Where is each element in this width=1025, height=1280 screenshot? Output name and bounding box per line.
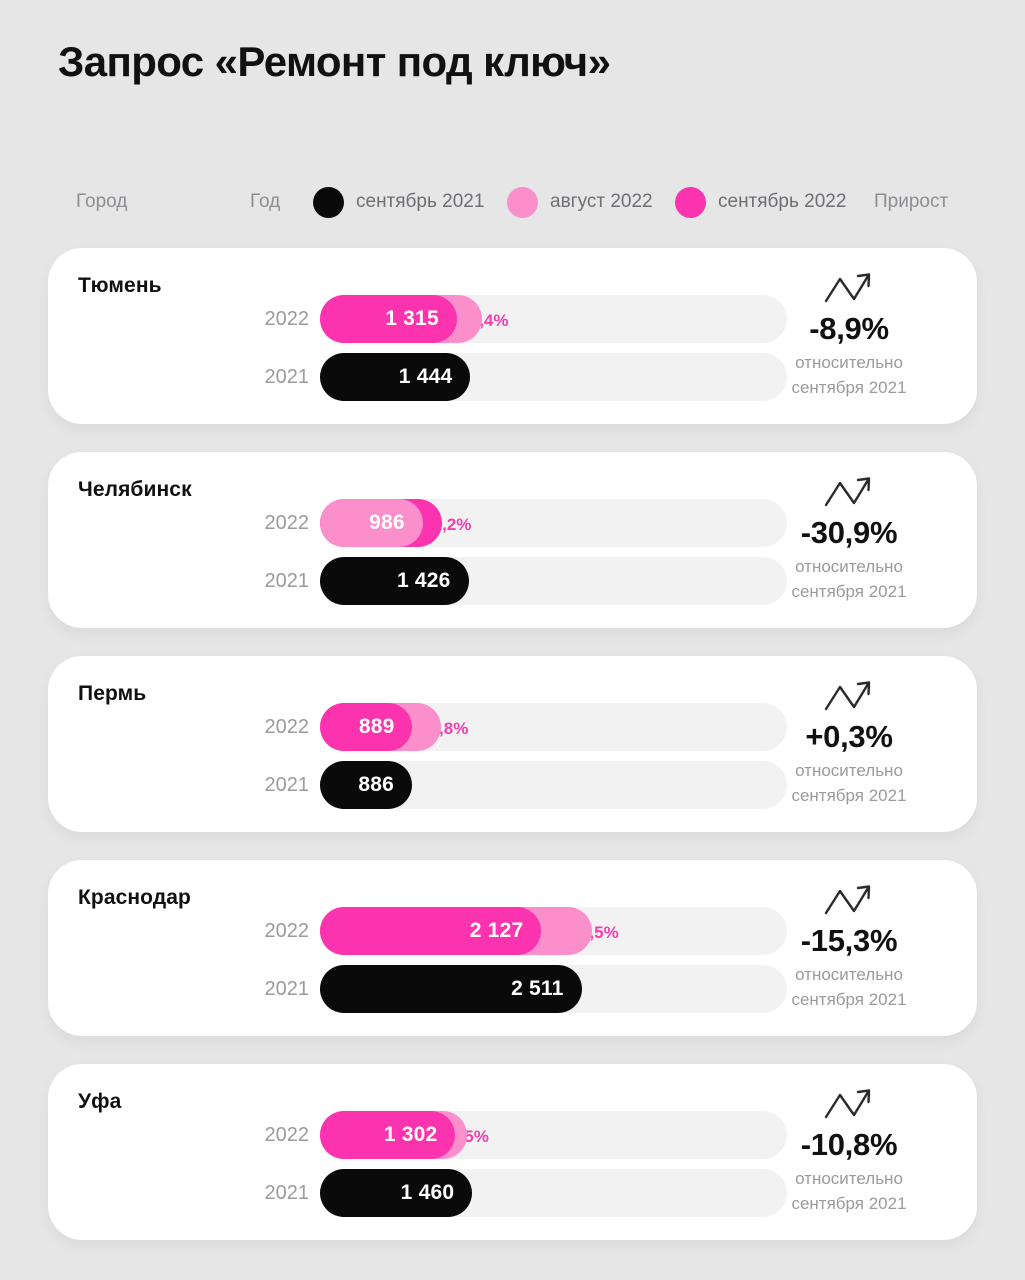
growth-block: +0,3% относительно сентября 2021 bbox=[749, 676, 949, 808]
legend-item-sept-2021: сентябрь 2021 bbox=[313, 186, 484, 218]
growth-note-line2: сентября 2021 bbox=[791, 786, 907, 805]
growth-note: относительно сентября 2021 bbox=[749, 350, 949, 400]
growth-note-line1: относительно bbox=[795, 557, 903, 576]
growth-block: -30,9% относительно сентября 2021 bbox=[749, 472, 949, 604]
legend-dot-icon bbox=[675, 186, 706, 218]
growth-value: -10,8% bbox=[800, 1127, 898, 1162]
trending-up-icon bbox=[824, 1089, 871, 1119]
trending-up-icon bbox=[824, 273, 871, 303]
growth-note: относительно сентября 2021 bbox=[749, 554, 949, 604]
growth-note-line1: относительно bbox=[795, 353, 903, 372]
bar-segment-2021: 1 444 bbox=[320, 353, 471, 401]
bar-segment-2021: 1 460 bbox=[320, 1169, 473, 1217]
bar-track-2021: 1 444 bbox=[320, 353, 787, 401]
city-card: Уфа 2022 -7,5% 1 302 2021 1 460 -10,8% о… bbox=[48, 1064, 977, 1240]
city-name: Пермь bbox=[78, 682, 147, 705]
city-name: Тюмень bbox=[78, 274, 162, 297]
year-label-2022: 2022 bbox=[264, 308, 310, 330]
bar-track-2022: -18,5% 2 127 bbox=[320, 907, 787, 955]
city-card: Краснодар 2022 -18,5% 2 127 2021 2 511 -… bbox=[48, 860, 977, 1036]
city-card: Пермь 2022 -23,8% 889 2021 886 +0,3% отн… bbox=[48, 656, 977, 832]
bar-segment-primary: 1 315 bbox=[320, 295, 457, 343]
bar-value-2021: 1 444 bbox=[398, 365, 453, 388]
growth-value: -30,9% bbox=[800, 515, 898, 550]
growth-value: -8,9% bbox=[809, 311, 889, 346]
legend-item-aug-2022: август 2022 bbox=[507, 186, 653, 218]
bar-segment-2021: 1 426 bbox=[320, 557, 469, 605]
bar-value-2022: 1 302 bbox=[383, 1123, 438, 1146]
city-card: Челябинск 2022 +19,2% 986 2021 1 426 -30… bbox=[48, 452, 977, 628]
legend-item-label: сентябрь 2022 bbox=[718, 191, 847, 212]
bar-value-2022: 1 315 bbox=[385, 307, 439, 330]
legend-item-label: сентябрь 2021 bbox=[356, 191, 485, 212]
city-name: Краснодар bbox=[78, 886, 191, 909]
legend-item-sept-2022: сентябрь 2022 bbox=[675, 186, 846, 218]
bar-segment-primary: 889 bbox=[320, 703, 413, 751]
bar-segment-primary: 2 127 bbox=[320, 907, 542, 955]
year-label-2022: 2022 bbox=[264, 512, 310, 534]
legend-dot-icon bbox=[313, 186, 344, 218]
bar-track-2021: 1 426 bbox=[320, 557, 787, 605]
trending-up-icon bbox=[824, 477, 871, 507]
growth-note: относительно сентября 2021 bbox=[749, 1166, 949, 1216]
bar-segment-2021: 886 bbox=[320, 761, 412, 809]
growth-note-line1: относительно bbox=[795, 1169, 903, 1188]
year-label-2022: 2022 bbox=[264, 1124, 310, 1146]
city-name: Уфа bbox=[78, 1090, 122, 1113]
legend: Город Год сентябрь 2021 август 2022 сент… bbox=[0, 186, 1025, 220]
year-label-2022: 2022 bbox=[264, 716, 310, 738]
growth-block: -10,8% относительно сентября 2021 bbox=[749, 1084, 949, 1216]
year-label-2022: 2022 bbox=[264, 920, 310, 942]
city-name: Челябинск bbox=[78, 478, 192, 501]
growth-note-line1: относительно bbox=[795, 761, 903, 780]
legend-column-year: Год bbox=[250, 191, 281, 212]
bar-value-2022: 986 bbox=[369, 511, 405, 534]
bar-value-2021: 1 460 bbox=[400, 1181, 455, 1204]
trending-up-icon bbox=[824, 885, 871, 915]
year-label-2021: 2021 bbox=[264, 366, 310, 388]
city-card: Тюмень 2022 -15,4% 1 315 2021 1 444 -8,9… bbox=[48, 248, 977, 424]
bar-segment-2021: 2 511 bbox=[320, 965, 582, 1013]
growth-note-line1: относительно bbox=[795, 965, 903, 984]
legend-item-label: август 2022 bbox=[550, 191, 653, 212]
legend-column-growth: Прирост bbox=[874, 191, 949, 212]
growth-value: -15,3% bbox=[800, 923, 898, 958]
growth-note-line2: сентября 2021 bbox=[791, 1194, 907, 1213]
bar-track-2022: -15,4% 1 315 bbox=[320, 295, 787, 343]
growth-block: -8,9% относительно сентября 2021 bbox=[749, 268, 949, 400]
bar-value-2021: 1 426 bbox=[396, 569, 451, 592]
trending-up-icon bbox=[824, 681, 871, 711]
bar-segment-primary: 1 302 bbox=[320, 1111, 456, 1159]
bar-track-2021: 1 460 bbox=[320, 1169, 787, 1217]
year-label-2021: 2021 bbox=[264, 774, 310, 796]
legend-column-city: Город bbox=[76, 191, 128, 212]
growth-note: относительно сентября 2021 bbox=[749, 962, 949, 1012]
legend-dot-icon bbox=[507, 186, 538, 218]
bar-track-2022: -7,5% 1 302 bbox=[320, 1111, 787, 1159]
bar-value-2022: 2 127 bbox=[469, 919, 524, 942]
bar-segment-primary: 986 bbox=[320, 499, 423, 547]
year-label-2021: 2021 bbox=[264, 570, 310, 592]
growth-note: относительно сентября 2021 bbox=[749, 758, 949, 808]
bar-value-2021: 886 bbox=[358, 773, 394, 796]
year-label-2021: 2021 bbox=[264, 978, 310, 1000]
bar-value-2022: 889 bbox=[358, 715, 395, 738]
growth-note-line2: сентября 2021 bbox=[791, 990, 907, 1009]
growth-note-line2: сентября 2021 bbox=[791, 582, 907, 601]
bar-track-2021: 2 511 bbox=[320, 965, 787, 1013]
growth-value: +0,3% bbox=[805, 719, 893, 754]
page-title: Запрос «Ремонт под ключ» bbox=[58, 38, 611, 85]
city-card-list: Тюмень 2022 -15,4% 1 315 2021 1 444 -8,9… bbox=[0, 248, 1025, 1240]
bar-track-2022: -23,8% 889 bbox=[320, 703, 787, 751]
growth-block: -15,3% относительно сентября 2021 bbox=[749, 880, 949, 1012]
bar-value-2021: 2 511 bbox=[511, 977, 564, 1000]
bar-track-2022: +19,2% 986 bbox=[320, 499, 787, 547]
year-label-2021: 2021 bbox=[264, 1182, 310, 1204]
bar-track-2021: 886 bbox=[320, 761, 787, 809]
growth-note-line2: сентября 2021 bbox=[791, 378, 907, 397]
